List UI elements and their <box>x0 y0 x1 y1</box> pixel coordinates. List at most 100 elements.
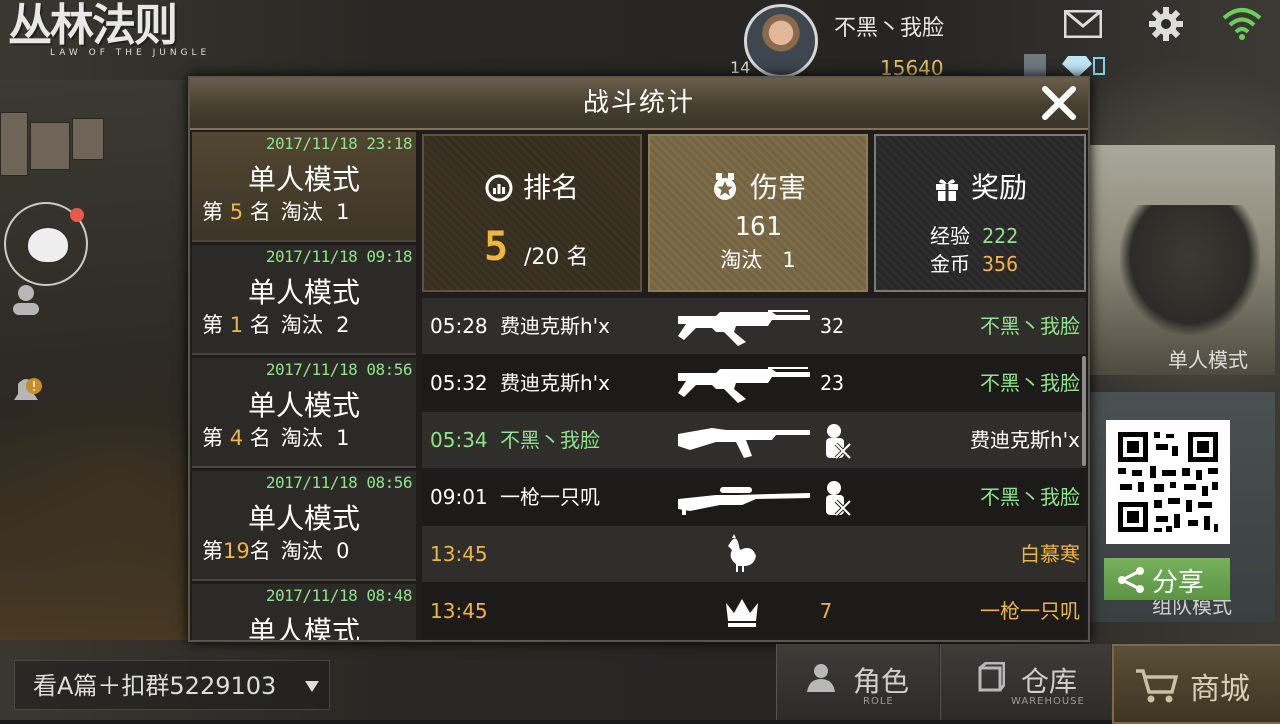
solo-mode-label: 单人模式 <box>1168 348 1248 372</box>
rank-value: 5 <box>484 224 509 270</box>
chat-face-icon <box>28 228 68 262</box>
rank-chart-icon <box>485 174 513 202</box>
feed-scrollbar[interactable] <box>1082 356 1086 466</box>
alert-bell-icon[interactable] <box>8 372 44 408</box>
solo-mode-card[interactable] <box>1090 145 1275 375</box>
feed-killer: 费迪克斯h'x <box>500 371 611 395</box>
feed-killer: 一枪一只叽 <box>500 485 600 509</box>
elim-count: 2 <box>336 313 350 337</box>
kill-feed[interactable]: 05:28 费迪克斯h'x 32 不黑丶我脸 05:32 费迪克斯h'x 23 … <box>422 298 1086 638</box>
feed-distance: 7 <box>820 599 833 623</box>
exp-label: 经验 <box>930 224 970 248</box>
match-item[interactable]: 2017/11/18 23:18 单人模式 第 5 名淘汰 1 <box>192 132 416 242</box>
warehouse-button[interactable]: 仓库 WAREHOUSE <box>940 644 1111 720</box>
feed-row: 13:45 白慕寒 <box>422 526 1086 582</box>
warehouse-icon <box>978 662 1005 692</box>
soldier-figure <box>1120 205 1260 335</box>
shop-label: 商城 <box>1190 672 1250 707</box>
match-rank: 第 5 名淘汰 1 <box>202 196 349 226</box>
profile-bar: 14 不黑丶我脸 15640 <box>730 0 1280 80</box>
background-poster <box>0 112 28 176</box>
match-rank: 第19名 淘汰 0 <box>202 535 349 565</box>
shop-button[interactable]: 商城 <box>1112 644 1280 724</box>
match-mode: 单人模式 <box>247 163 360 196</box>
feed-row: 05:32 费迪克斯h'x 23 不黑丶我脸 <box>422 355 1086 411</box>
close-icon[interactable] <box>1040 84 1078 122</box>
background-poster <box>72 118 104 160</box>
rank-number: 4 <box>229 426 244 450</box>
friends-icon[interactable] <box>8 282 44 318</box>
damage-value: 161 <box>734 212 782 242</box>
match-item[interactable]: 2017/11/18 09:18 单人模式 第 1 名淘汰 2 <box>192 245 416 355</box>
feed-time: 09:01 <box>430 485 488 509</box>
rank-total: /20 名 <box>524 245 589 270</box>
cart-icon <box>1136 669 1178 703</box>
match-time: 2017/11/18 08:56 <box>265 360 413 379</box>
rank-number: 5 <box>229 200 244 224</box>
feed-row: 13:45 7 一枪一只叽 <box>422 583 1086 638</box>
gear-icon[interactable] <box>1148 6 1184 42</box>
assault-rifle-icon <box>678 367 810 403</box>
role-icon <box>807 664 835 692</box>
feed-victim: 不黑丶我脸 <box>980 371 1080 395</box>
rank-prefix: 第 <box>202 200 223 224</box>
match-history-list[interactable]: 2017/11/18 23:18 单人模式 第 5 名淘汰 1 2017/11/… <box>192 132 418 640</box>
match-item[interactable]: 2017/11/18 08:56 单人模式 第19名 淘汰 0 <box>192 471 416 581</box>
rank-stat-header: 排名 <box>424 166 640 206</box>
rank-number: 19 <box>223 539 250 563</box>
mail-icon[interactable] <box>1064 10 1102 38</box>
chicken-icon <box>728 534 756 572</box>
role-button[interactable]: 角色 ROLE <box>776 644 939 720</box>
rank-suffix: 名 <box>249 313 271 337</box>
feed-victim: 费迪克斯h'x <box>969 428 1080 452</box>
match-time: 2017/11/18 08:48 <box>265 586 413 605</box>
feed-victim: 白慕寒 <box>1020 542 1080 566</box>
feed-row: 05:34 不黑丶我脸 费迪克斯h'x <box>422 412 1086 468</box>
match-rank: 第 1 名淘汰 2 <box>202 309 349 339</box>
elim-label: 淘汰 <box>280 313 323 337</box>
rank-number: 1 <box>229 313 244 337</box>
qr-code <box>1106 420 1230 544</box>
notification-dot <box>70 208 84 222</box>
role-sublabel: ROLE <box>863 696 894 707</box>
exp-value: 222 <box>982 224 1019 248</box>
game-logo: 丛林法则 LAW OF THE JUNGLE <box>8 2 233 62</box>
match-time: 2017/11/18 08:56 <box>265 473 413 492</box>
feed-distance: 23 <box>820 371 845 395</box>
feed-row: 05:28 费迪克斯h'x 32 不黑丶我脸 <box>422 298 1086 354</box>
avatar[interactable] <box>744 4 818 78</box>
battle-stats-dialog: 战斗统计 2017/11/18 23:18 单人模式 第 5 名淘汰 1 201… <box>188 76 1090 642</box>
reward-stat-label: 奖励 <box>970 171 1027 204</box>
wifi-icon <box>1222 8 1262 40</box>
share-button[interactable]: 分享 <box>1104 558 1230 600</box>
match-item[interactable]: 2017/11/18 08:48 单人模式 <box>192 584 416 640</box>
medal-icon <box>713 173 736 200</box>
chat-channel-input[interactable]: 看A篇＋扣群5229103 <box>14 660 330 710</box>
assault-rifle-icon <box>678 310 810 346</box>
feed-victim: 不黑丶我脸 <box>980 314 1080 338</box>
match-mode: 单人模式 <box>247 389 360 422</box>
gold-row: 金币 356 <box>930 248 1018 277</box>
gift-icon <box>935 179 958 201</box>
player-name: 不黑丶我脸 <box>834 16 945 41</box>
role-label: 角色 <box>853 665 910 698</box>
rank-prefix: 第 <box>202 313 223 337</box>
background-wall <box>0 80 190 640</box>
match-rank: 第 4 名淘汰 1 <box>202 422 349 452</box>
elim-label: 淘汰 <box>720 248 763 272</box>
elim-label: 淘汰 <box>280 200 323 224</box>
rank-suffix: 名 <box>249 200 271 224</box>
match-item[interactable]: 2017/11/18 08:56 单人模式 第 4 名淘汰 1 <box>192 358 416 468</box>
elim-count: 1 <box>336 200 350 224</box>
match-mode: 单人模式 <box>247 615 360 640</box>
damage-elim: 淘汰 1 <box>650 244 866 274</box>
feed-killer: 不黑丶我脸 <box>500 428 600 452</box>
rank-stat-label: 排名 <box>522 171 579 204</box>
ak-rifle-icon <box>678 428 810 458</box>
feed-row: 09:01 一枪一只叽 不黑丶我脸 <box>422 469 1086 525</box>
match-mode: 单人模式 <box>247 276 360 309</box>
warehouse-sublabel: WAREHOUSE <box>1011 696 1085 707</box>
rank-suffix: 名 <box>249 539 271 563</box>
crown-icon <box>726 599 758 627</box>
rank-stat-box: 排名 5 /20 名 <box>422 134 642 292</box>
